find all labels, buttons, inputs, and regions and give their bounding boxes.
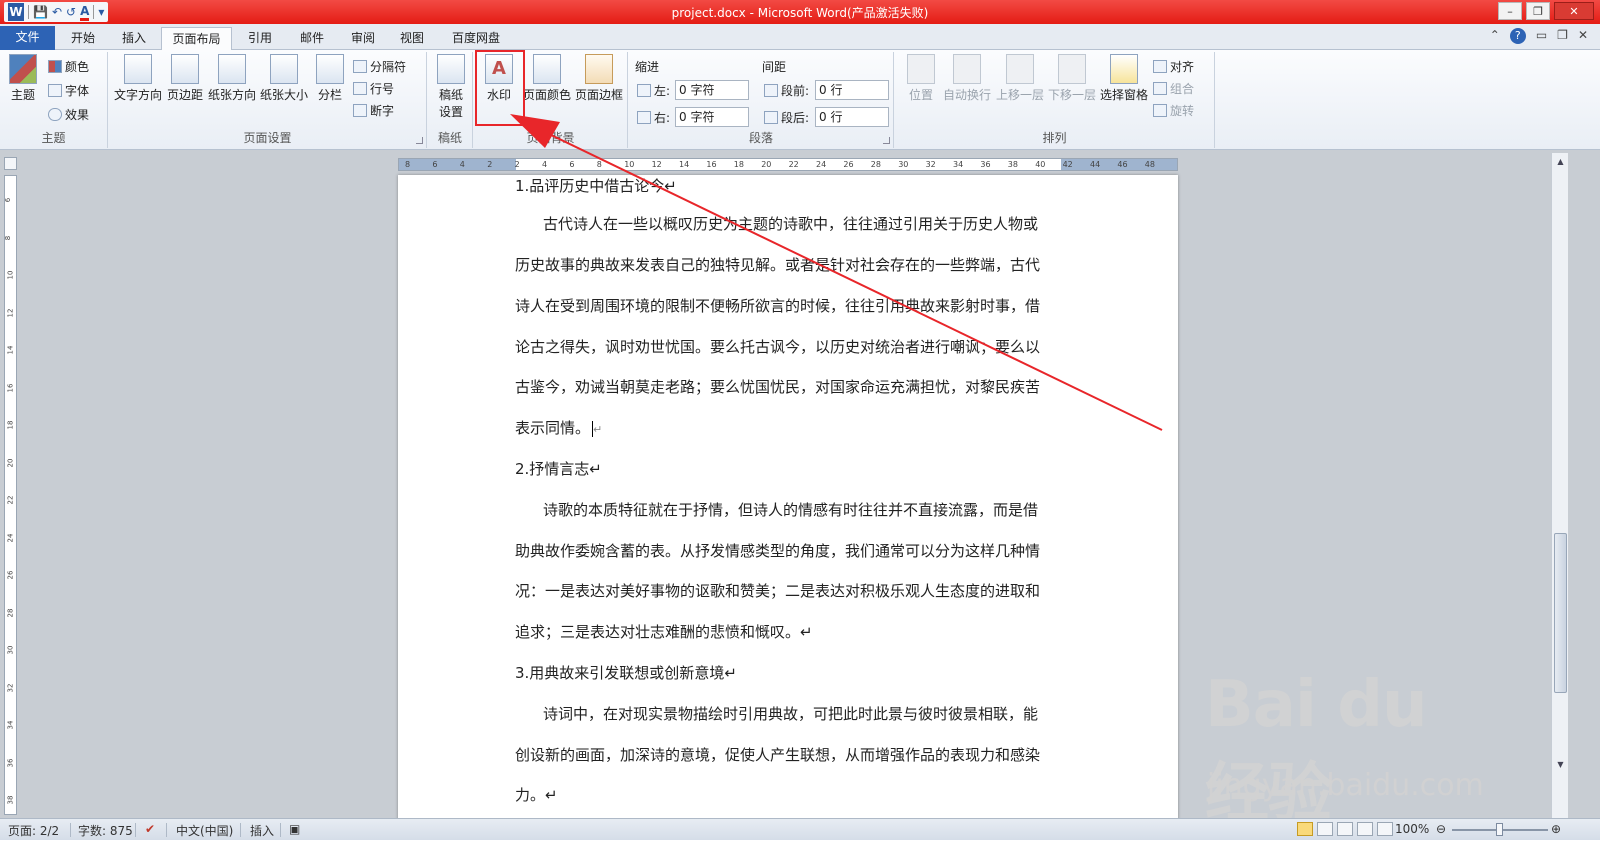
status-word-count[interactable]: 字数: 875 <box>78 822 133 839</box>
scroll-thumb[interactable] <box>1554 533 1567 693</box>
zoom-in-icon[interactable]: ⊕ <box>1551 822 1561 836</box>
print-layout-view-icon[interactable] <box>1297 822 1313 836</box>
vertical-scrollbar[interactable]: ▲ ▼ <box>1551 153 1568 818</box>
scroll-down-arrow[interactable]: ▼ <box>1554 758 1567 771</box>
watermark-url: jingyan.baidu.com <box>1207 768 1484 803</box>
status-separator <box>135 823 136 837</box>
zoom-slider-knob[interactable] <box>1496 823 1503 836</box>
status-separator <box>166 823 167 837</box>
scroll-up-arrow[interactable]: ▲ <box>1554 155 1567 168</box>
status-separator <box>280 823 281 837</box>
status-language[interactable]: 中文(中国) <box>176 822 233 839</box>
status-page[interactable]: 页面: 2/2 <box>8 822 59 839</box>
watermark-logo: Bai du 经验 <box>1205 668 1428 831</box>
status-insert-mode[interactable]: 插入 <box>250 822 274 839</box>
outline-view-icon[interactable] <box>1357 822 1373 836</box>
web-layout-icon[interactable] <box>1337 822 1353 836</box>
status-bar: 页面: 2/2 字数: 875 ✔ 中文(中国) 插入 ▣ 100% ⊖ ⊕ <box>0 818 1600 840</box>
zoom-out-icon[interactable]: ⊖ <box>1436 822 1446 836</box>
draft-view-icon[interactable] <box>1377 822 1393 836</box>
arrow-head <box>510 114 560 148</box>
arrow-line <box>519 119 1163 431</box>
proofing-icon[interactable]: ✔ <box>145 822 155 836</box>
full-screen-reading-icon[interactable] <box>1317 822 1333 836</box>
zoom-level[interactable]: 100% <box>1395 822 1429 836</box>
view-buttons <box>1297 822 1393 836</box>
macro-record-icon[interactable]: ▣ <box>289 822 300 836</box>
below-window-area <box>0 840 1600 860</box>
baidu-jingyan-watermark: Bai du 经验 jingyan.baidu.com <box>1205 668 1485 831</box>
status-separator <box>70 823 71 837</box>
status-separator <box>240 823 241 837</box>
